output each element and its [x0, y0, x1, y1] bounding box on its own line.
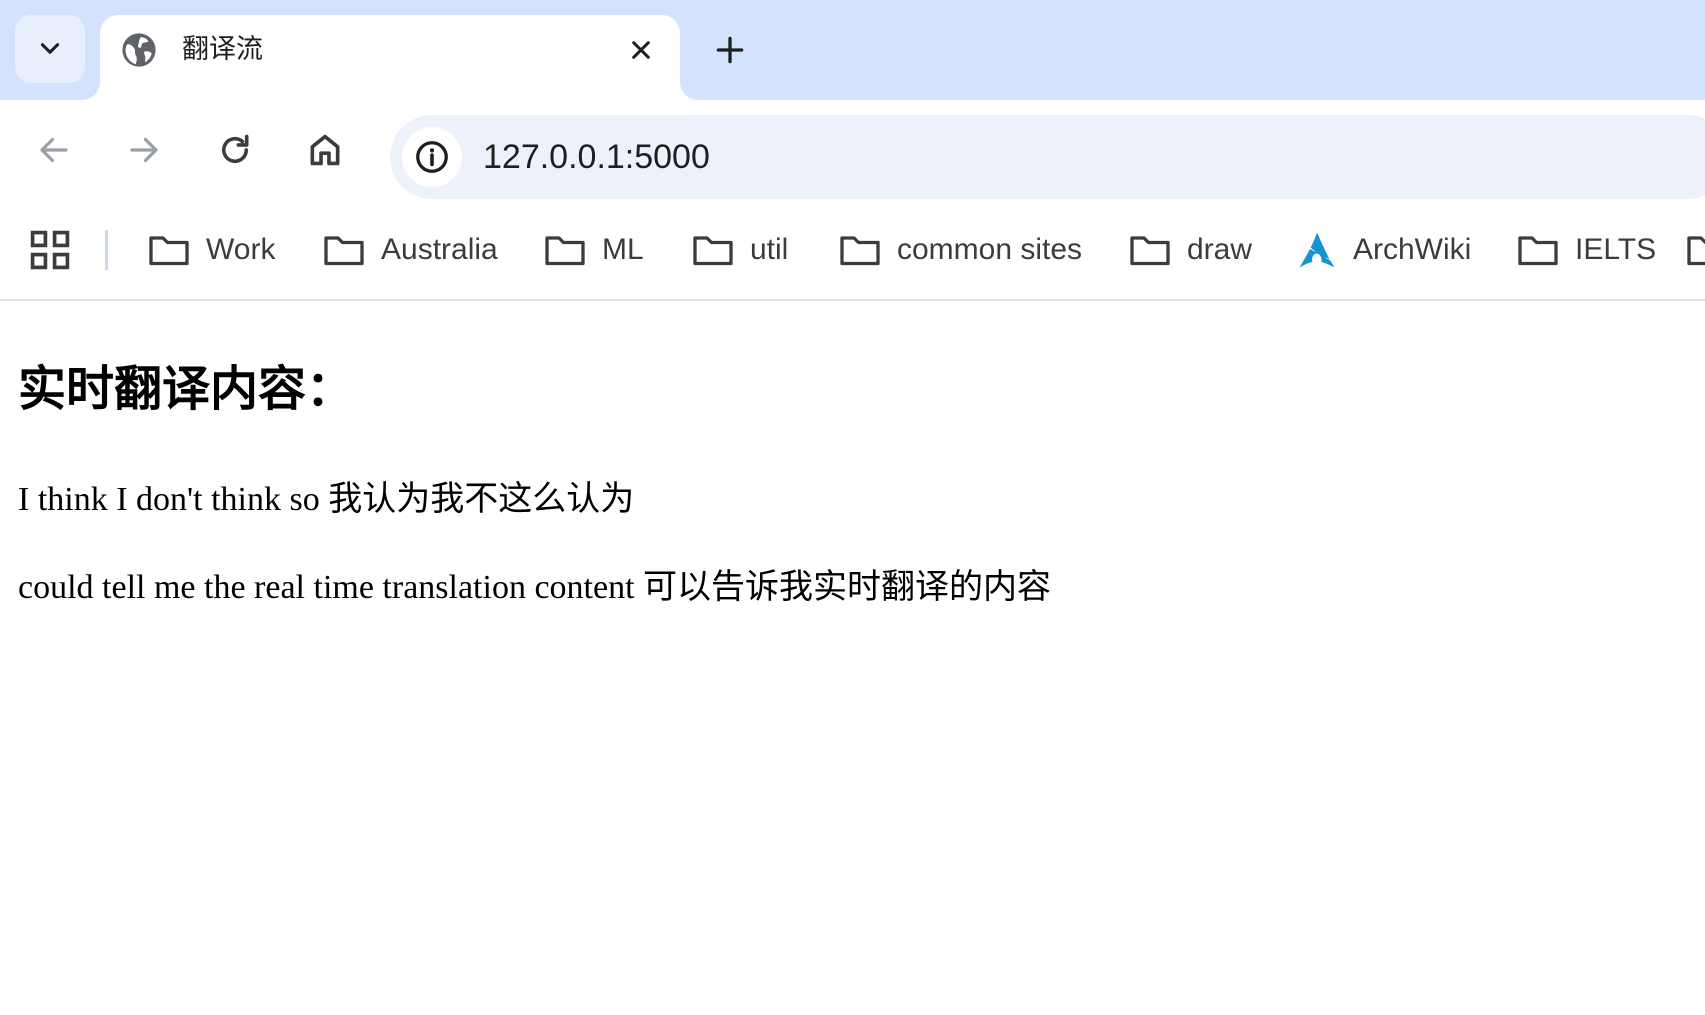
bookmark-overflow-partial[interactable]: [1686, 224, 1705, 276]
reload-button[interactable]: [207, 122, 263, 178]
folder-icon: [1130, 236, 1170, 266]
bookmark-label: Australia: [381, 233, 498, 266]
active-tab[interactable]: 翻译流: [100, 15, 680, 100]
bookmark-label: IELTS: [1575, 233, 1657, 266]
page-heading: 实时翻译内容：: [18, 361, 355, 417]
folder-icon: [324, 236, 364, 266]
folder-icon: [840, 236, 880, 266]
tab-close-button[interactable]: [624, 33, 658, 67]
bookmark-folder-ml[interactable]: ML: [544, 224, 644, 276]
folder-icon: [693, 236, 733, 266]
translation-line: I think I don't think so 我认为我不这么认为: [18, 481, 635, 518]
archlinux-icon: [1299, 232, 1335, 268]
bookmark-archwiki[interactable]: ArchWiki: [1297, 224, 1471, 276]
bookmarks-separator: [105, 230, 108, 270]
bookmarks-bar: Work Australia ML util common sites draw: [0, 200, 1705, 301]
bookmark-label: ML: [602, 233, 644, 266]
plus-icon: [716, 36, 744, 64]
arrow-left-icon: [40, 137, 68, 163]
forward-button[interactable]: [116, 122, 172, 178]
folder-icon: [545, 236, 585, 266]
new-tab-button[interactable]: [705, 28, 755, 72]
bookmark-folder-common-sites[interactable]: common sites: [839, 224, 1082, 276]
close-icon: [632, 41, 650, 59]
bookmark-folder-draw[interactable]: draw: [1129, 224, 1252, 276]
site-info-button[interactable]: [402, 127, 462, 187]
back-button[interactable]: [26, 122, 82, 178]
url-text[interactable]: 127.0.0.1:5000: [483, 137, 710, 177]
info-icon: [416, 141, 448, 173]
folder-icon: [1518, 236, 1558, 266]
bookmark-label: util: [750, 233, 789, 266]
arrow-right-icon: [130, 137, 158, 163]
browser-toolbar: 127.0.0.1:5000: [0, 100, 1705, 200]
page-content: 实时翻译内容： I think I don't think so 我认为我不这么…: [0, 301, 1705, 1015]
address-bar[interactable]: 127.0.0.1:5000: [390, 115, 1705, 199]
bookmark-label: Work: [206, 233, 276, 266]
tab-strip: 翻译流: [0, 0, 1705, 100]
bookmark-folder-work[interactable]: Work: [148, 224, 275, 276]
tab-search-button[interactable]: [15, 15, 85, 83]
home-icon: [310, 134, 340, 166]
folder-icon: [149, 236, 189, 266]
bookmark-label: draw: [1187, 233, 1253, 266]
home-button[interactable]: [297, 122, 353, 178]
chevron-down-icon: [40, 43, 60, 54]
bookmark-folder-util[interactable]: util: [692, 224, 788, 276]
bookmark-folder-australia[interactable]: Australia: [323, 224, 498, 276]
translation-line: could tell me the real time translation …: [18, 569, 1052, 606]
folder-icon: [1687, 236, 1705, 266]
tab-title: 翻译流: [182, 34, 263, 65]
bookmark-label: ArchWiki: [1353, 233, 1472, 266]
bookmark-folder-ielts[interactable]: IELTS: [1517, 224, 1656, 276]
globe-icon: [122, 33, 156, 67]
apps-grid-icon[interactable]: [28, 228, 72, 272]
bookmark-label: common sites: [897, 233, 1083, 266]
reload-icon: [221, 134, 249, 163]
